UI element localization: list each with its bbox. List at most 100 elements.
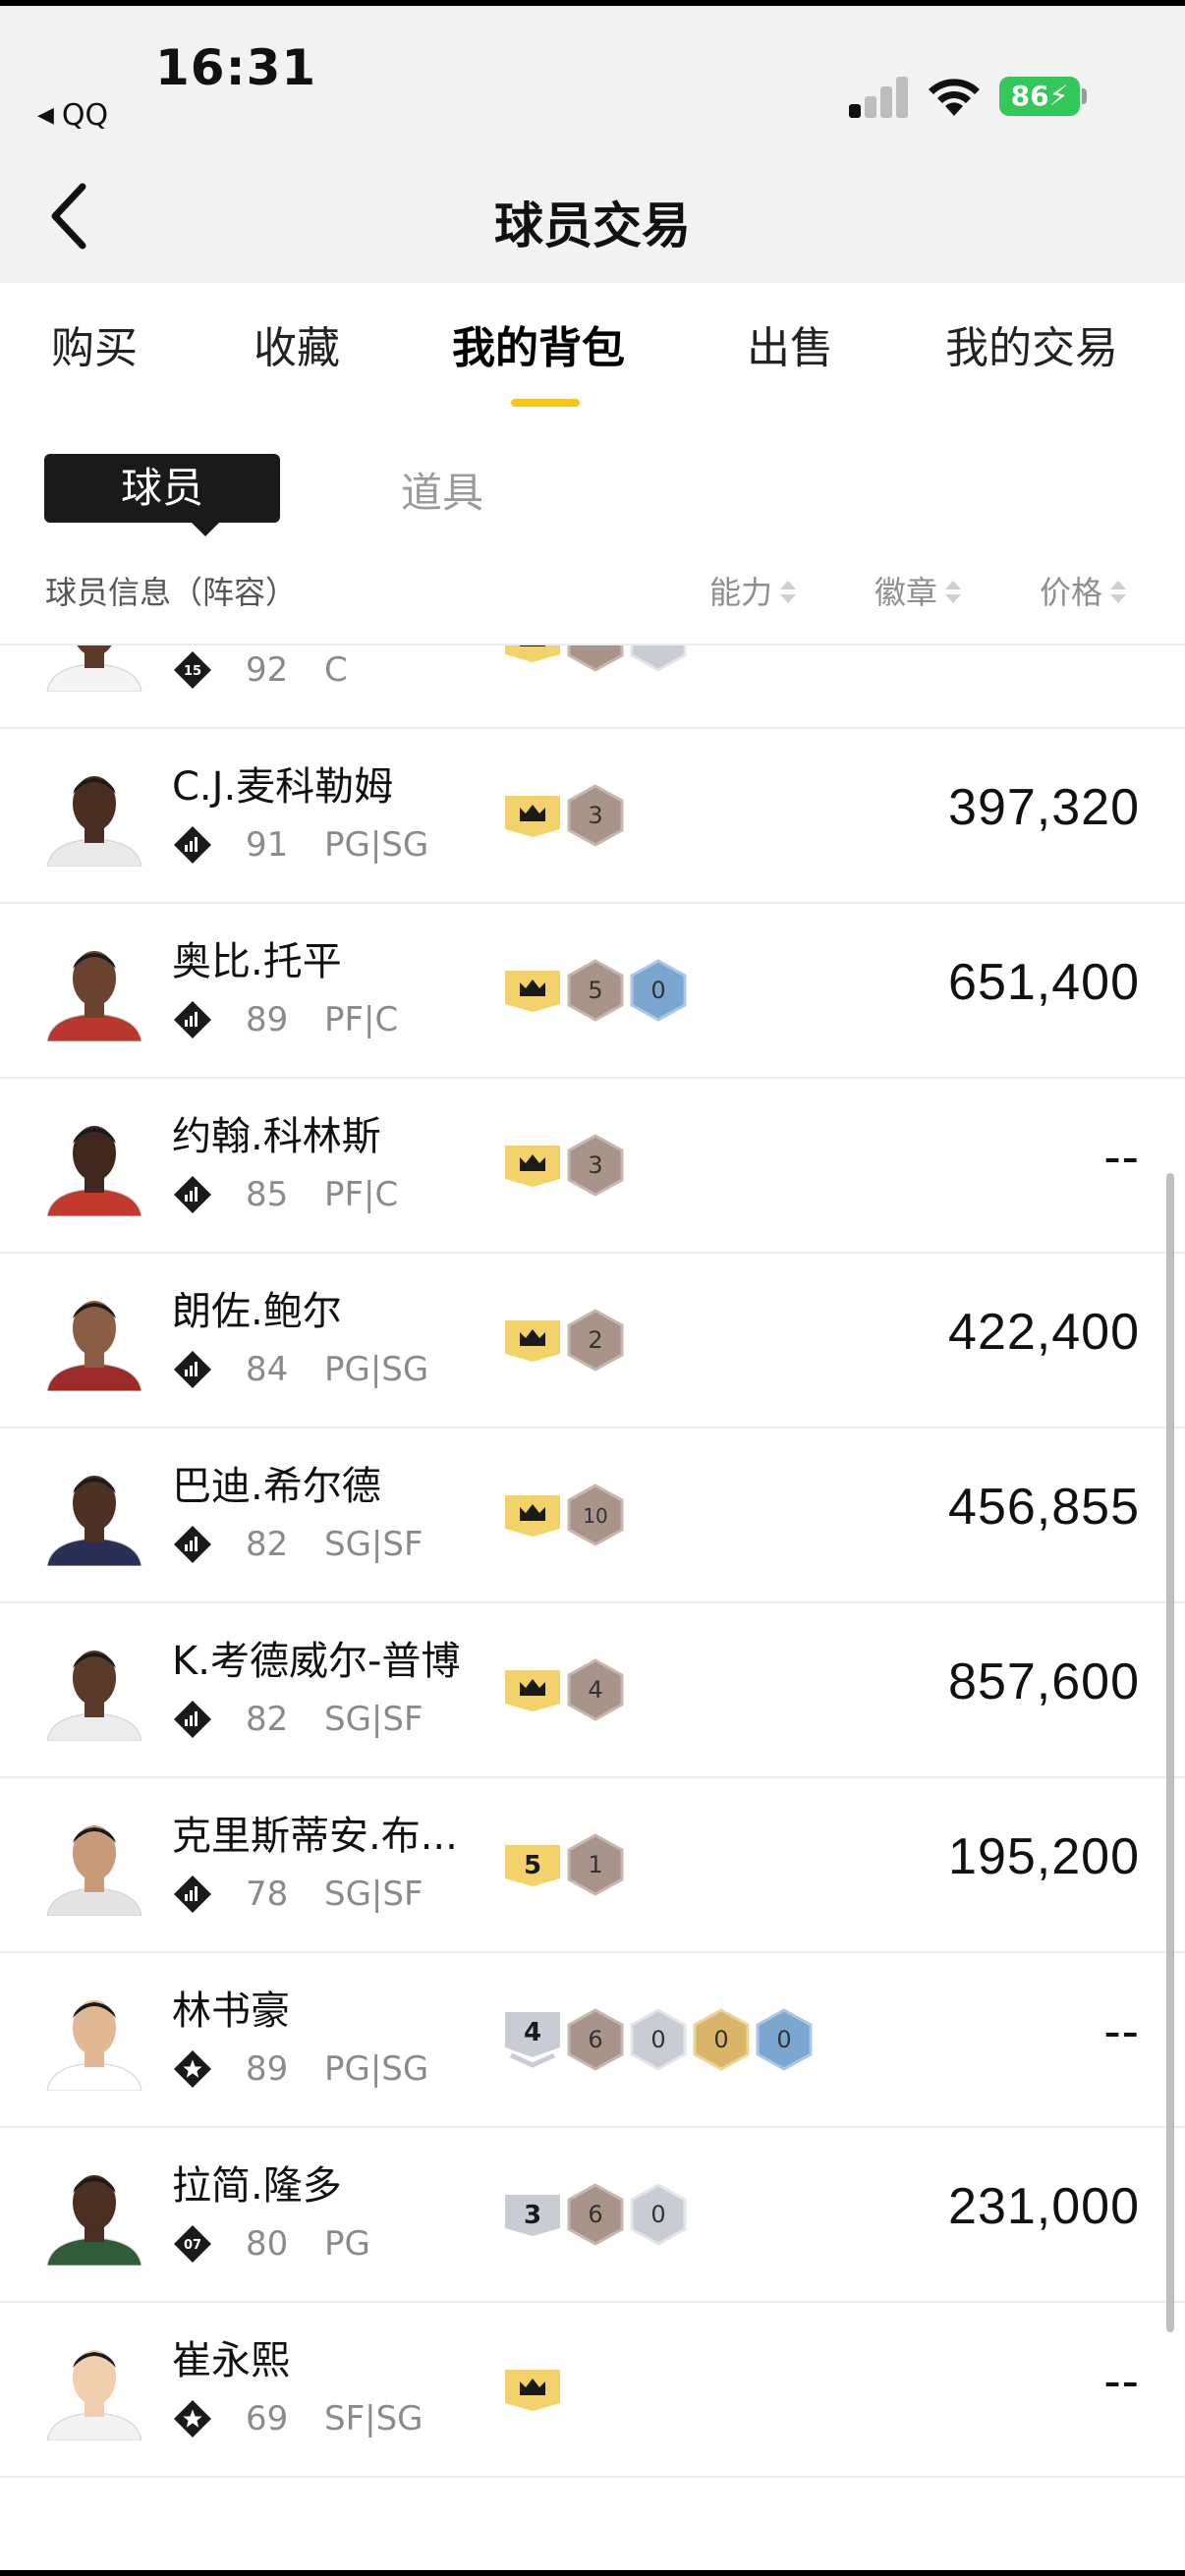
svg-text:5: 5 <box>524 1851 541 1880</box>
diamond-bars-icon <box>174 1176 211 1213</box>
player-row[interactable]: 奥比.托平 89 PF|C 5 0 651,400 <box>0 904 1185 1079</box>
player-avatar <box>46 2175 142 2266</box>
subtab-players[interactable]: 球员 <box>44 454 280 536</box>
subtab-items[interactable]: 道具 <box>401 460 483 520</box>
svg-text:3: 3 <box>588 1151 602 1179</box>
player-row[interactable]: 15 92 C <box>0 645 1185 729</box>
diamond-bars-icon <box>174 1701 211 1738</box>
crown-badge-icon <box>505 971 560 1012</box>
back-to-app-link[interactable]: ◀ QQ <box>37 98 108 133</box>
player-avatar <box>46 951 142 1041</box>
column-ability-sort[interactable]: 能力 <box>709 568 797 613</box>
sort-arrows-icon <box>1108 578 1127 607</box>
cellular-signal-icon <box>849 77 910 118</box>
player-price: 456,855 <box>948 1479 1140 1536</box>
player-price: -- <box>1103 2003 1140 2060</box>
player-rating: 82 <box>246 1525 289 1564</box>
blue-hex-badge-icon: 0 <box>630 959 687 1022</box>
player-rating: 91 <box>246 825 289 865</box>
player-price: -- <box>1103 1129 1140 1186</box>
tab-buy[interactable]: 购买 <box>51 312 138 375</box>
subtab-players-label: 球员 <box>120 464 203 512</box>
player-row[interactable]: 克里斯蒂安.布... 78 SG|SF 5 1 195,200 <box>0 1778 1185 1953</box>
player-list[interactable]: 15 92 C C.J.麦科勒姆 91 PG|SG 3 397,320 奥比.托平 89 PF|C 5… <box>0 645 1185 2576</box>
wifi-icon <box>929 79 980 116</box>
player-rating: 80 <box>246 2224 289 2264</box>
diamond-bars-icon <box>174 826 211 864</box>
level-badge-icon: 5 <box>505 1845 560 1886</box>
player-row[interactable]: 崔永熙 69 SF|SG -- <box>0 2303 1185 2478</box>
player-position: PF|C <box>324 1000 399 1039</box>
bronze-hex-badge-icon: 3 <box>567 784 624 847</box>
svg-text:0: 0 <box>776 2026 791 2053</box>
back-triangle-icon: ◀ <box>37 103 54 128</box>
svg-text:0: 0 <box>650 2026 665 2053</box>
bronze-hex-badge-icon: 5 <box>567 959 624 1022</box>
column-ability-label: 能力 <box>709 574 773 611</box>
bronze-hex-badge-icon: 1 <box>567 1833 624 1896</box>
battery-nub <box>1082 88 1087 104</box>
silver-hex-badge-icon: 0 <box>630 2008 687 2071</box>
player-row[interactable]: 林书豪 89 PG|SG 4 6 0 0 0 -- <box>0 1953 1185 2128</box>
player-price: 397,320 <box>948 779 1140 836</box>
player-name: C.J.麦科勒姆 <box>172 764 394 810</box>
player-avatar <box>46 2000 142 2091</box>
bronze-hex-badge-icon: 3 <box>567 1134 624 1197</box>
diamond-07-icon: 07 <box>174 2225 211 2263</box>
player-avatar <box>46 1301 142 1391</box>
diamond-bars-icon <box>174 1351 211 1388</box>
player-rating: 92 <box>246 650 289 690</box>
level-badge-icon: 3 <box>505 2195 560 2236</box>
player-row[interactable]: C.J.麦科勒姆 91 PG|SG 3 397,320 <box>0 729 1185 904</box>
crown-badge-icon <box>505 1670 560 1711</box>
player-row[interactable]: 约翰.科林斯 85 PF|C 3 -- <box>0 1079 1185 1254</box>
player-rating: 85 <box>246 1175 289 1214</box>
player-row[interactable]: K.考德威尔-普博 82 SG|SF 4 857,600 <box>0 1603 1185 1778</box>
column-price-sort[interactable]: 价格 <box>1040 568 1127 613</box>
player-row[interactable]: 巴迪.希尔德 82 SG|SF 10 456,855 <box>0 1428 1185 1603</box>
svg-text:2: 2 <box>588 1326 602 1354</box>
charging-bolt-icon: ⚡ <box>1048 80 1069 112</box>
svg-text:0: 0 <box>650 977 665 1004</box>
page-title: 球员交易 <box>494 197 691 254</box>
player-position: PG <box>324 2224 370 2264</box>
player-name: 克里斯蒂安.布... <box>172 1814 458 1859</box>
player-position: C <box>324 650 348 690</box>
svg-text:1: 1 <box>588 1851 602 1878</box>
battery-level: 86 <box>1010 80 1049 112</box>
column-badges-sort[interactable]: 徽章 <box>875 568 962 613</box>
tab-sell[interactable]: 出售 <box>747 312 833 375</box>
player-position: PF|C <box>324 1175 399 1214</box>
player-row[interactable]: 拉简.隆多 07 80 PG 3 6 0 231,000 <box>0 2128 1185 2303</box>
player-name: 奥比.托平 <box>172 939 342 984</box>
player-price: 857,600 <box>948 1653 1140 1710</box>
back-app-label: QQ <box>61 98 109 133</box>
svg-text:3: 3 <box>524 2201 541 2230</box>
crown-badge-icon <box>505 796 560 837</box>
player-avatar <box>46 2350 142 2440</box>
player-position: PG|SG <box>324 2049 429 2089</box>
column-player-info: 球员信息（阵容） <box>45 574 298 611</box>
bronze-hex-badge-icon: 2 <box>567 1309 624 1372</box>
column-badges-label: 徽章 <box>875 574 938 611</box>
scrollbar[interactable] <box>1166 1173 1174 2332</box>
player-position: SF|SG <box>324 2399 423 2438</box>
star-diamond-icon <box>174 2400 211 2437</box>
diamond-bars-icon <box>174 1876 211 1913</box>
crown-badge-icon <box>505 1320 560 1362</box>
svg-text:10: 10 <box>583 1504 607 1528</box>
status-bar: 16:31 ◀ QQ 86⚡ <box>0 0 1185 167</box>
player-position: PG|SG <box>324 1350 429 1389</box>
player-rating: 84 <box>246 1350 289 1389</box>
player-row[interactable]: 朗佐.鲍尔 84 PG|SG 2 422,400 <box>0 1254 1185 1428</box>
svg-text:07: 07 <box>184 2238 201 2253</box>
tab-my-backpack[interactable]: 我的背包 <box>452 312 625 375</box>
player-price: 422,400 <box>948 1304 1140 1361</box>
crown-badge-icon <box>505 645 560 662</box>
tab-my-trades[interactable]: 我的交易 <box>945 312 1118 375</box>
blue-hex-badge-icon: 0 <box>756 2008 813 2071</box>
bronze-hex-badge-icon: 6 <box>567 2183 624 2246</box>
tab-favorites[interactable]: 收藏 <box>254 312 340 375</box>
player-rating: 69 <box>246 2399 289 2438</box>
diamond-15-icon: 15 <box>174 651 211 689</box>
